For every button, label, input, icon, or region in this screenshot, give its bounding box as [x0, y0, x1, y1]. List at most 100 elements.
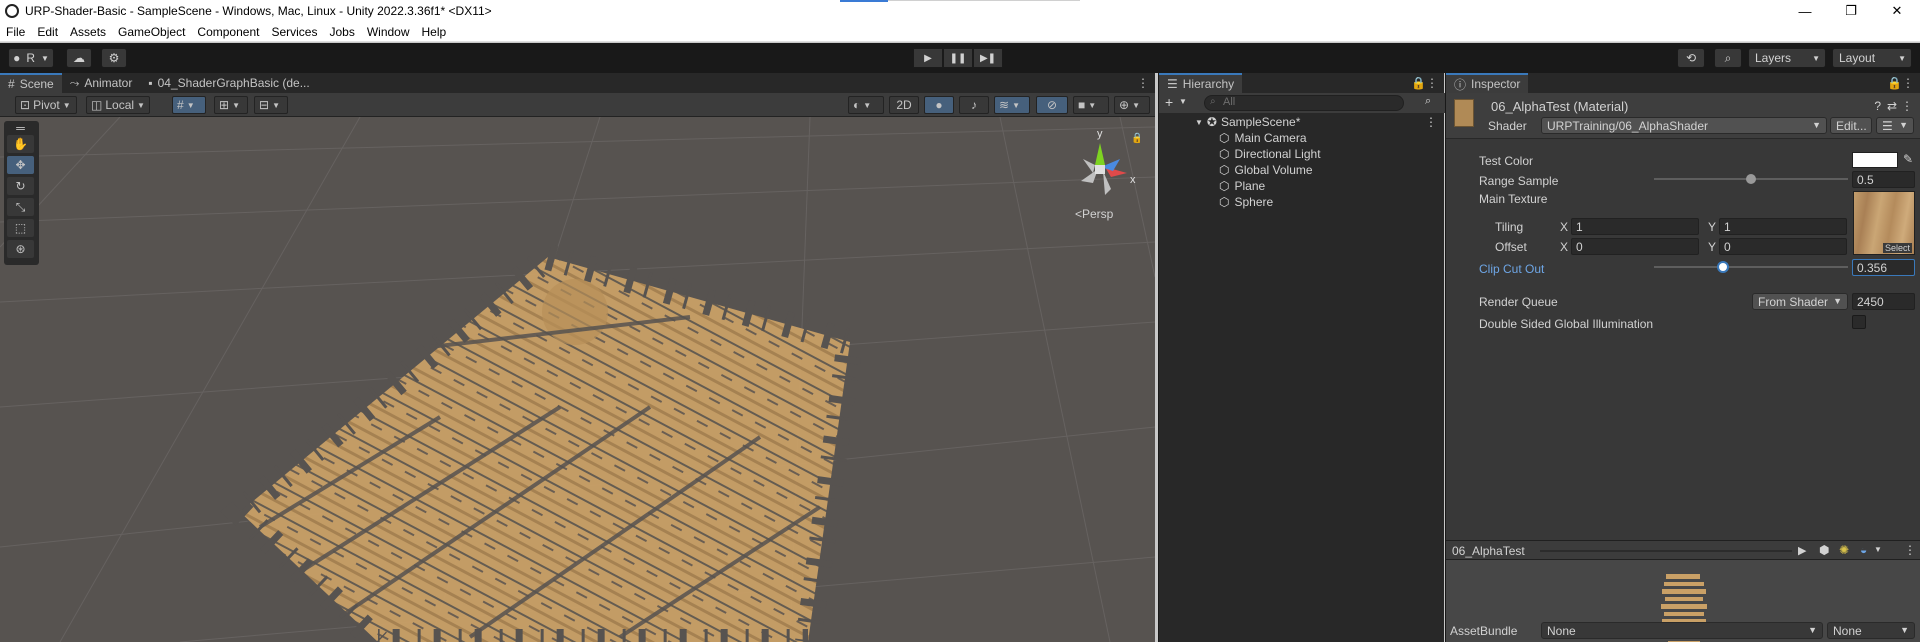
- clip-cut-out-track[interactable]: [1654, 266, 1848, 268]
- move-tool-button[interactable]: ✥: [7, 156, 34, 174]
- hierarchy-item[interactable]: ⬡ Plane: [1159, 178, 1445, 194]
- mode-2d-button[interactable]: 2D: [889, 96, 919, 114]
- hand-tool-button[interactable]: ✋: [7, 135, 34, 153]
- chevron-down-icon[interactable]: ▼: [1874, 545, 1882, 554]
- panel-menu-icon[interactable]: ⋮: [1902, 76, 1914, 90]
- tab-animator[interactable]: ⤳ Animator: [62, 73, 141, 93]
- offset-y-field[interactable]: 0: [1719, 238, 1847, 255]
- double-sided-gi-checkbox[interactable]: [1852, 315, 1866, 329]
- clip-cut-out-field[interactable]: 0.356: [1852, 259, 1915, 276]
- preview-light-icon[interactable]: ✺: [1839, 543, 1849, 557]
- tab-shadergraph[interactable]: ▪ 04_ShaderGraphBasic (de...: [140, 73, 317, 93]
- panel-menu-icon[interactable]: ⋮: [1426, 76, 1438, 90]
- persp-label[interactable]: <Persp: [1075, 207, 1113, 221]
- lock-icon[interactable]: 🔒: [1411, 76, 1426, 90]
- preview-play-icon[interactable]: ▶: [1798, 544, 1806, 557]
- tiling-x-axis: X: [1560, 220, 1569, 234]
- pivot-dropdown[interactable]: ⊡ Pivot ▼: [15, 96, 77, 114]
- offset-x-field[interactable]: 0: [1571, 238, 1699, 255]
- camera-dropdown[interactable]: ■ ▼: [1073, 96, 1109, 114]
- minimize-button[interactable]: —: [1782, 0, 1828, 22]
- menu-file[interactable]: File: [0, 25, 31, 39]
- scene-row[interactable]: ▼ ✪ SampleScene* ⋮: [1159, 114, 1445, 130]
- tiling-x-field[interactable]: 1: [1571, 218, 1699, 235]
- test-color-swatch[interactable]: [1852, 152, 1898, 168]
- collab-button[interactable]: ⚙: [101, 48, 127, 68]
- assetbundle-dropdown[interactable]: None ▼: [1541, 622, 1823, 639]
- tab-scene[interactable]: # Scene: [0, 73, 62, 93]
- orientation-gizmo[interactable]: y x 🔒: [1065, 129, 1140, 209]
- clip-cut-out-thumb[interactable]: [1717, 261, 1730, 273]
- preview-sphere-icon[interactable]: ◒: [1860, 543, 1867, 557]
- chevron-down-icon[interactable]: ▼: [1179, 97, 1187, 106]
- render-queue-dropdown[interactable]: From Shader ▼: [1752, 293, 1848, 310]
- menu-gameobject[interactable]: GameObject: [112, 25, 191, 39]
- panel-menu-icon[interactable]: ⋮: [1137, 76, 1149, 90]
- audio-toggle[interactable]: ♪: [959, 96, 989, 114]
- menu-edit[interactable]: Edit: [31, 25, 64, 39]
- play-button[interactable]: ▶: [913, 48, 943, 68]
- history-button[interactable]: ⟲: [1677, 48, 1705, 68]
- snap-increment-button[interactable]: ⊞ ▼: [214, 96, 248, 114]
- hierarchy-item[interactable]: ⬡ Main Camera: [1159, 130, 1445, 146]
- shading-mode-dropdown[interactable]: ◐ ▼: [848, 96, 884, 114]
- range-sample-thumb[interactable]: [1746, 174, 1756, 184]
- transform-tool-button[interactable]: ⊛: [7, 240, 34, 258]
- hierarchy-search-input[interactable]: ⌕ All: [1204, 95, 1404, 111]
- effects-dropdown[interactable]: ≋ ▼: [994, 96, 1030, 114]
- gizmos-dropdown[interactable]: ⊕ ▼: [1114, 96, 1150, 114]
- search-button[interactable]: ⌕: [1714, 48, 1742, 68]
- menu-jobs[interactable]: Jobs: [323, 25, 360, 39]
- menu-window[interactable]: Window: [361, 25, 416, 39]
- measure-button[interactable]: ⊟ ▼: [254, 96, 288, 114]
- layers-dropdown[interactable]: Layers ▼: [1748, 48, 1826, 68]
- lighting-toggle[interactable]: ●: [924, 96, 954, 114]
- add-icon[interactable]: +: [1165, 94, 1173, 110]
- expand-arrow-icon[interactable]: ▼: [1195, 118, 1203, 127]
- main-texture-slot[interactable]: Select: [1853, 191, 1915, 255]
- tab-inspector[interactable]: ⓘ Inspector: [1446, 73, 1529, 93]
- menu-assets[interactable]: Assets: [64, 25, 112, 39]
- hierarchy-item[interactable]: ⬡ Sphere: [1159, 194, 1445, 210]
- hierarchy-item[interactable]: ⬡ Global Volume: [1159, 162, 1445, 178]
- scale-tool-button[interactable]: ⤡: [7, 198, 34, 216]
- shader-dropdown[interactable]: URPTraining/06_AlphaShader ▼: [1541, 117, 1827, 134]
- preview-menu-icon[interactable]: ⋮: [1904, 543, 1916, 557]
- layout-dropdown[interactable]: Layout ▼: [1832, 48, 1912, 68]
- preview-cube-icon[interactable]: ⬢: [1819, 543, 1829, 557]
- cloud-button[interactable]: ☁: [66, 48, 92, 68]
- assetbundle-variant-dropdown[interactable]: None ▼: [1827, 622, 1915, 639]
- scene-viewport[interactable]: ═ ✋ ✥ ↻ ⤡ ⬚ ⊛ y x 🔒 <Persp: [0, 117, 1155, 642]
- shader-options-button[interactable]: ☰ ▼: [1876, 117, 1914, 134]
- lock-icon[interactable]: 🔒: [1887, 76, 1902, 90]
- hidden-objects-toggle[interactable]: ⊘: [1036, 96, 1068, 114]
- eyedropper-icon[interactable]: ✎: [1903, 152, 1913, 166]
- context-menu-icon[interactable]: ⋮: [1901, 99, 1913, 113]
- preview-drag-handle[interactable]: [1540, 550, 1792, 552]
- scene-menu-icon[interactable]: ⋮: [1425, 115, 1437, 129]
- grid-snap-button[interactable]: # ▼: [172, 96, 206, 114]
- step-button[interactable]: ▶❚: [973, 48, 1003, 68]
- account-button[interactable]: ● R ▼: [8, 48, 54, 68]
- local-dropdown[interactable]: ◫ Local ▼: [86, 96, 150, 114]
- edit-shader-button[interactable]: Edit...: [1830, 117, 1872, 134]
- tools-grip-icon[interactable]: ═: [7, 121, 34, 135]
- help-icon[interactable]: ?: [1874, 99, 1881, 113]
- rotate-tool-button[interactable]: ↻: [7, 177, 34, 195]
- tab-hierarchy[interactable]: ☰ Hierarchy: [1159, 73, 1243, 93]
- menu-help[interactable]: Help: [416, 25, 453, 39]
- hierarchy-item[interactable]: ⬡ Directional Light: [1159, 146, 1445, 162]
- render-queue-field[interactable]: 2450: [1852, 293, 1915, 310]
- tiling-y-field[interactable]: 1: [1719, 218, 1847, 235]
- menu-component[interactable]: Component: [191, 25, 265, 39]
- preset-icon[interactable]: ⇄: [1887, 99, 1897, 113]
- scene-search-icon[interactable]: ⌕: [1425, 95, 1431, 108]
- range-sample-field[interactable]: 0.5: [1852, 171, 1915, 188]
- pause-button[interactable]: ❚❚: [943, 48, 973, 68]
- close-button[interactable]: ✕: [1874, 0, 1920, 22]
- gizmo-lock-icon[interactable]: 🔒: [1131, 132, 1140, 144]
- rect-tool-button[interactable]: ⬚: [7, 219, 34, 237]
- texture-select-button[interactable]: Select: [1882, 243, 1912, 253]
- menu-services[interactable]: Services: [265, 25, 323, 39]
- restore-button[interactable]: ❐: [1828, 0, 1874, 22]
